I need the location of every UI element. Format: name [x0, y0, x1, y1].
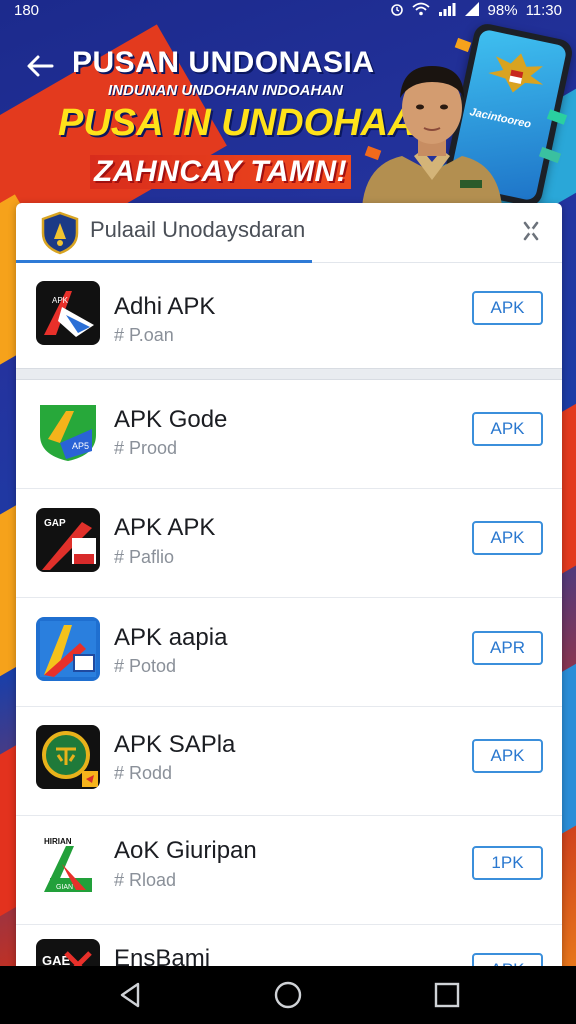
circle-home-icon: [274, 981, 302, 1009]
nav-back-button[interactable]: [116, 980, 146, 1010]
app-name: AoK Giuripan: [114, 837, 257, 864]
signal-icon-2: [464, 2, 480, 19]
apk-download-button[interactable]: APR: [472, 631, 543, 665]
close-icon: [523, 221, 539, 241]
status-bar: 180 98% 11:30: [0, 0, 576, 22]
app-icon: GAP: [36, 508, 100, 572]
card-title: Pulaail Unodaysdaran: [90, 217, 306, 242]
apk-download-button[interactable]: APK: [472, 521, 543, 555]
app-icon: [36, 725, 100, 789]
app-name: APK SAPla: [114, 731, 236, 758]
shield-logo-icon: [41, 211, 79, 255]
app-category: # Rodd: [114, 763, 173, 783]
nav-recent-button[interactable]: [432, 980, 462, 1010]
svg-text:APK: APK: [52, 296, 69, 305]
svg-text:AP5: AP5: [72, 441, 89, 451]
app-icon: APK: [36, 281, 100, 345]
navigation-bar: [0, 966, 576, 1024]
svg-text:GAP: GAP: [44, 518, 66, 529]
battery-level: 98%: [487, 2, 518, 19]
alarm-icon: [390, 2, 404, 19]
banner-headline: PUSAN UNDONASIA: [72, 46, 375, 79]
list-item[interactable]: GAP APK APK # Paflio APK: [16, 489, 562, 598]
app-icon: [36, 617, 100, 681]
app-icon: HIRIAN GIAN: [36, 834, 100, 898]
apk-download-button[interactable]: 1PK: [472, 846, 543, 880]
apk-download-button[interactable]: APK: [472, 412, 543, 446]
list-item[interactable]: APK Adhi APK # P.oan APK: [16, 263, 562, 368]
app-name: APK Gode: [114, 406, 228, 433]
status-clock: 11:30: [525, 2, 562, 19]
svg-text:HIRIAN: HIRIAN: [44, 837, 72, 846]
triangle-back-icon: [120, 982, 140, 1008]
apk-download-button[interactable]: APK: [472, 739, 543, 773]
app-category: # Paflio: [114, 547, 175, 567]
confetti: [454, 37, 472, 53]
svg-text:GIAN: GIAN: [56, 884, 73, 891]
officer-photo: [362, 66, 502, 207]
list-item[interactable]: APK aapia # Potod APR: [16, 598, 562, 707]
app-category: # P.oan: [114, 325, 174, 345]
wifi-icon: [411, 2, 430, 19]
signal-icon: [438, 2, 456, 19]
apk-download-button[interactable]: APK: [472, 291, 543, 325]
app-list: APK Adhi APK # P.oan APK AP5 APK Gode # …: [16, 263, 562, 983]
list-item[interactable]: APK SAPla # Rodd APK: [16, 707, 562, 816]
banner-subheadline: INDUNAN UNDOHAN INDOAHAN: [108, 82, 343, 99]
card-header: Pulaail Unodaysdaran: [16, 203, 562, 263]
app-name: APK aapia: [114, 624, 228, 651]
list-item[interactable]: AP5 APK Gode # Prood APK: [16, 380, 562, 489]
app-name: APK APK: [114, 514, 216, 541]
banner-tagline: ZAHNCAY TAMN!: [90, 155, 352, 189]
app-category: # Rload: [114, 870, 177, 890]
app-list-card: Pulaail Unodaysdaran APK Adhi APK # P.oa…: [16, 203, 562, 983]
close-button[interactable]: [520, 219, 542, 243]
square-recent-icon: [434, 982, 460, 1008]
status-time: 180: [14, 2, 40, 19]
nav-home-button[interactable]: [273, 980, 303, 1010]
list-item[interactable]: HIRIAN GIAN AoK Giuripan # Rload 1PK: [16, 816, 562, 925]
arrow-left-icon: [27, 55, 54, 77]
app-category: # Prood: [114, 438, 178, 458]
back-button[interactable]: [22, 48, 58, 84]
app-name: Adhi APK: [114, 293, 216, 320]
app-icon: AP5: [36, 399, 100, 463]
section-divider: [16, 368, 562, 380]
app-category: # Potod: [114, 656, 177, 676]
